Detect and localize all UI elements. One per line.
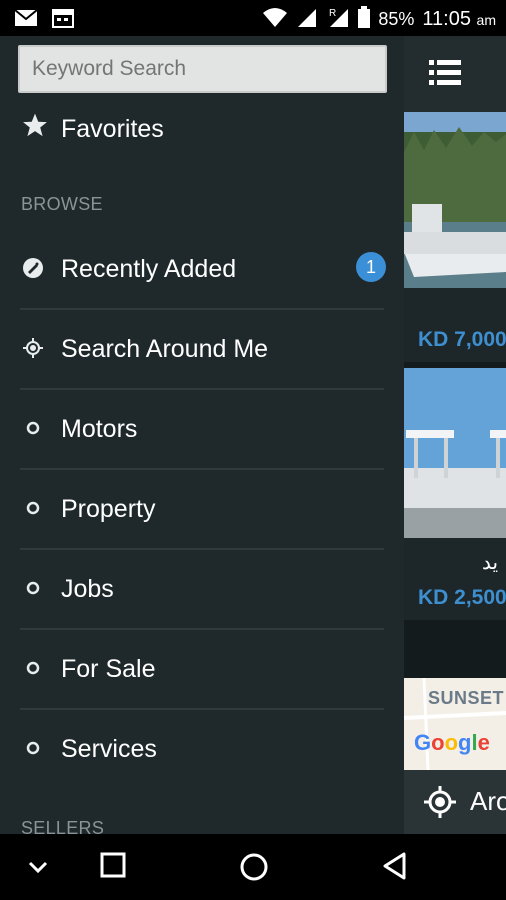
list-view-icon[interactable] (429, 58, 461, 93)
signal-icon (296, 6, 318, 33)
nav-item-recently-added[interactable]: Recently Added 1 (0, 230, 404, 310)
listing-price: KD 2,500 (418, 586, 506, 609)
calendar-icon (52, 8, 74, 33)
clock-ampm: am (476, 12, 496, 28)
circle-icon (22, 417, 44, 439)
nav-item-label: Recently Added (61, 255, 237, 283)
circle-icon (22, 497, 44, 519)
count-badge: 1 (356, 252, 386, 282)
clock-time: 11:05 (422, 8, 471, 30)
clock: 11:05 am (422, 8, 496, 31)
chevron-down-icon[interactable] (26, 856, 50, 883)
nav-item-label: Motors (61, 415, 138, 443)
location-target-icon (22, 337, 44, 359)
listing-photo (404, 112, 506, 293)
listing-card[interactable]: يد KD 2,500 (404, 368, 506, 620)
browse-section-header: BROWSE (21, 194, 103, 214)
status-bar: R 85% 11:05 am (0, 0, 506, 36)
keyword-search-input[interactable] (18, 45, 387, 93)
map-preview[interactable]: SUNSET Google (404, 678, 506, 770)
nav-item-label: Jobs (61, 575, 114, 603)
sellers-section-header: SELLERS (21, 818, 105, 834)
nav-item-label: Property (61, 495, 156, 523)
circle-icon (22, 577, 44, 599)
favorites-item[interactable]: Favorites (0, 106, 404, 152)
nav-item-services[interactable]: Services (0, 710, 404, 790)
battery-percent: 85% (378, 9, 415, 29)
nav-item-label: Search Around Me (61, 335, 269, 363)
listing-feed: KD 7,000 يد KD 2,500 SUNSET Google Aro (404, 36, 506, 834)
system-nav-bar (0, 834, 506, 900)
nav-item-for-sale[interactable]: For Sale (0, 630, 404, 710)
google-logo: Google (414, 730, 490, 755)
nav-item-property[interactable]: Property (0, 470, 404, 550)
nav-item-jobs[interactable]: Jobs (0, 550, 404, 630)
back-button[interactable] (382, 852, 408, 885)
listing-price: KD 7,000 (418, 328, 506, 351)
nav-item-search-around-me[interactable]: Search Around Me (0, 310, 404, 390)
recent-apps-button[interactable] (100, 852, 126, 883)
home-button[interactable] (239, 852, 269, 887)
listing-card[interactable]: KD 7,000 (404, 112, 506, 362)
nav-item-label: For Sale (61, 655, 156, 683)
tag-icon (22, 257, 44, 279)
favorites-label: Favorites (61, 115, 164, 143)
wifi-icon (262, 6, 288, 33)
nav-item-motors[interactable]: Motors (0, 390, 404, 470)
circle-icon (22, 737, 44, 759)
svg-text:R: R (329, 8, 336, 19)
nav-item-label: Services (61, 735, 157, 763)
around-me-bar[interactable]: Arou (404, 770, 506, 834)
battery-icon (358, 6, 371, 33)
map-place-label: SUNSET (428, 688, 505, 708)
roaming-signal-icon: R (326, 6, 350, 33)
listing-title: يد (482, 552, 499, 574)
navigation-drawer: Favorites BROWSE Recently Added 1 (0, 36, 404, 834)
circle-icon (22, 657, 44, 679)
app-header (404, 36, 506, 112)
star-icon (22, 112, 48, 143)
listing-photo (404, 368, 506, 543)
screen: R 85% 11:05 am KD 7,000 يد KD 2,500 SUNS… (0, 0, 506, 900)
around-me-label: Arou (470, 786, 506, 816)
gmail-icon (14, 8, 38, 33)
my-location-icon (424, 786, 456, 823)
